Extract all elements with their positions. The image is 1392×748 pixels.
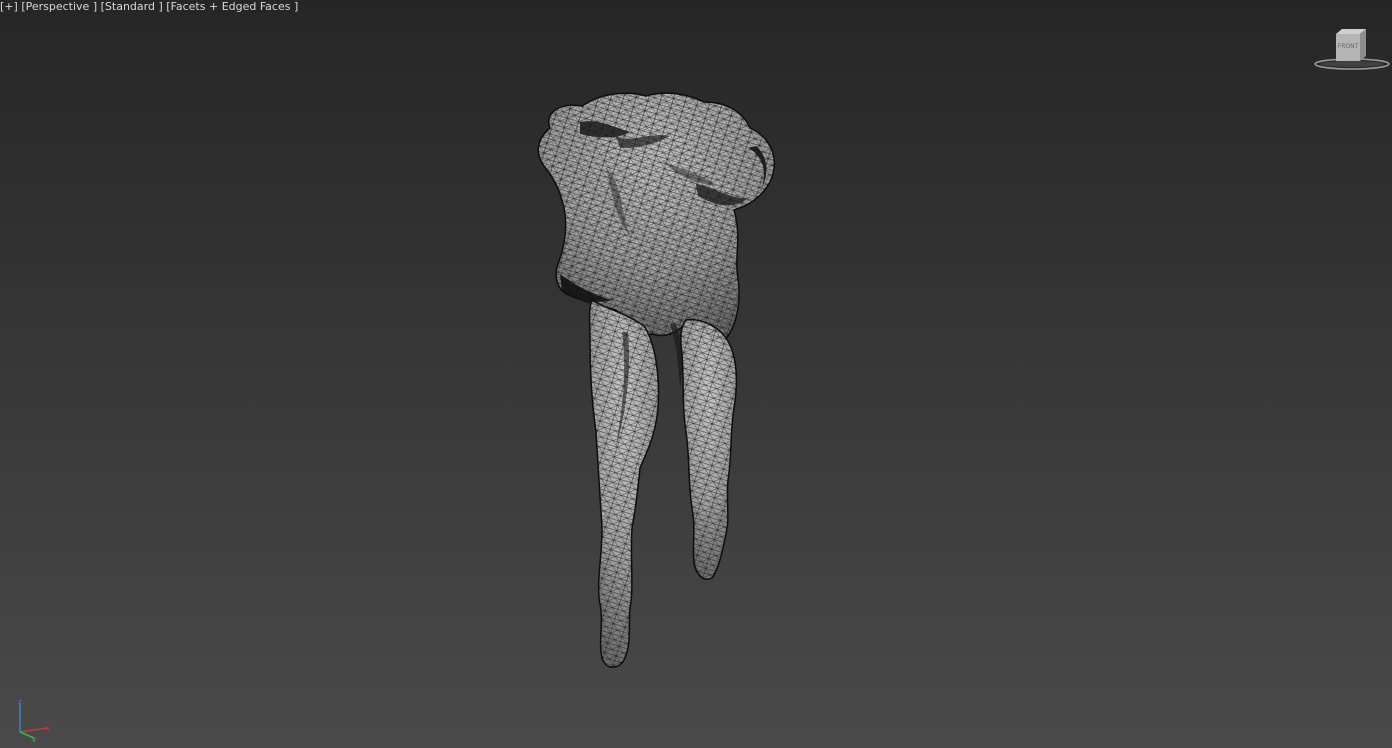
- pov-close-bracket: ]: [89, 0, 98, 13]
- shading-close-bracket: ]: [154, 0, 163, 13]
- display-close-bracket: ]: [290, 0, 299, 13]
- viewport-shading-menu[interactable]: Standard: [105, 0, 155, 13]
- viewport-general-menu[interactable]: +: [4, 0, 13, 13]
- axis-tripod-icon: z x y: [18, 700, 50, 742]
- viewport-display-mode-menu[interactable]: Facets + Edged Faces: [171, 0, 291, 13]
- z-axis-label: z: [18, 700, 22, 706]
- viewport-menu-close-bracket: ]: [13, 0, 18, 13]
- viewcube-icon[interactable]: FRONT: [1312, 26, 1392, 72]
- stalactite-mesh[interactable]: [520, 88, 790, 678]
- viewport-pov-menu[interactable]: Perspective: [26, 0, 90, 13]
- x-axis-label: x: [46, 725, 50, 733]
- viewcube-face-label: FRONT: [1338, 43, 1359, 50]
- viewport-label-menu: [+] [Perspective ] [Standard ] [Facets +…: [0, 0, 298, 14]
- y-axis-label: y: [32, 736, 36, 742]
- x-axis-line: [19, 727, 49, 733]
- perspective-viewport[interactable]: [+] [Perspective ] [Standard ] [Facets +…: [0, 0, 1392, 748]
